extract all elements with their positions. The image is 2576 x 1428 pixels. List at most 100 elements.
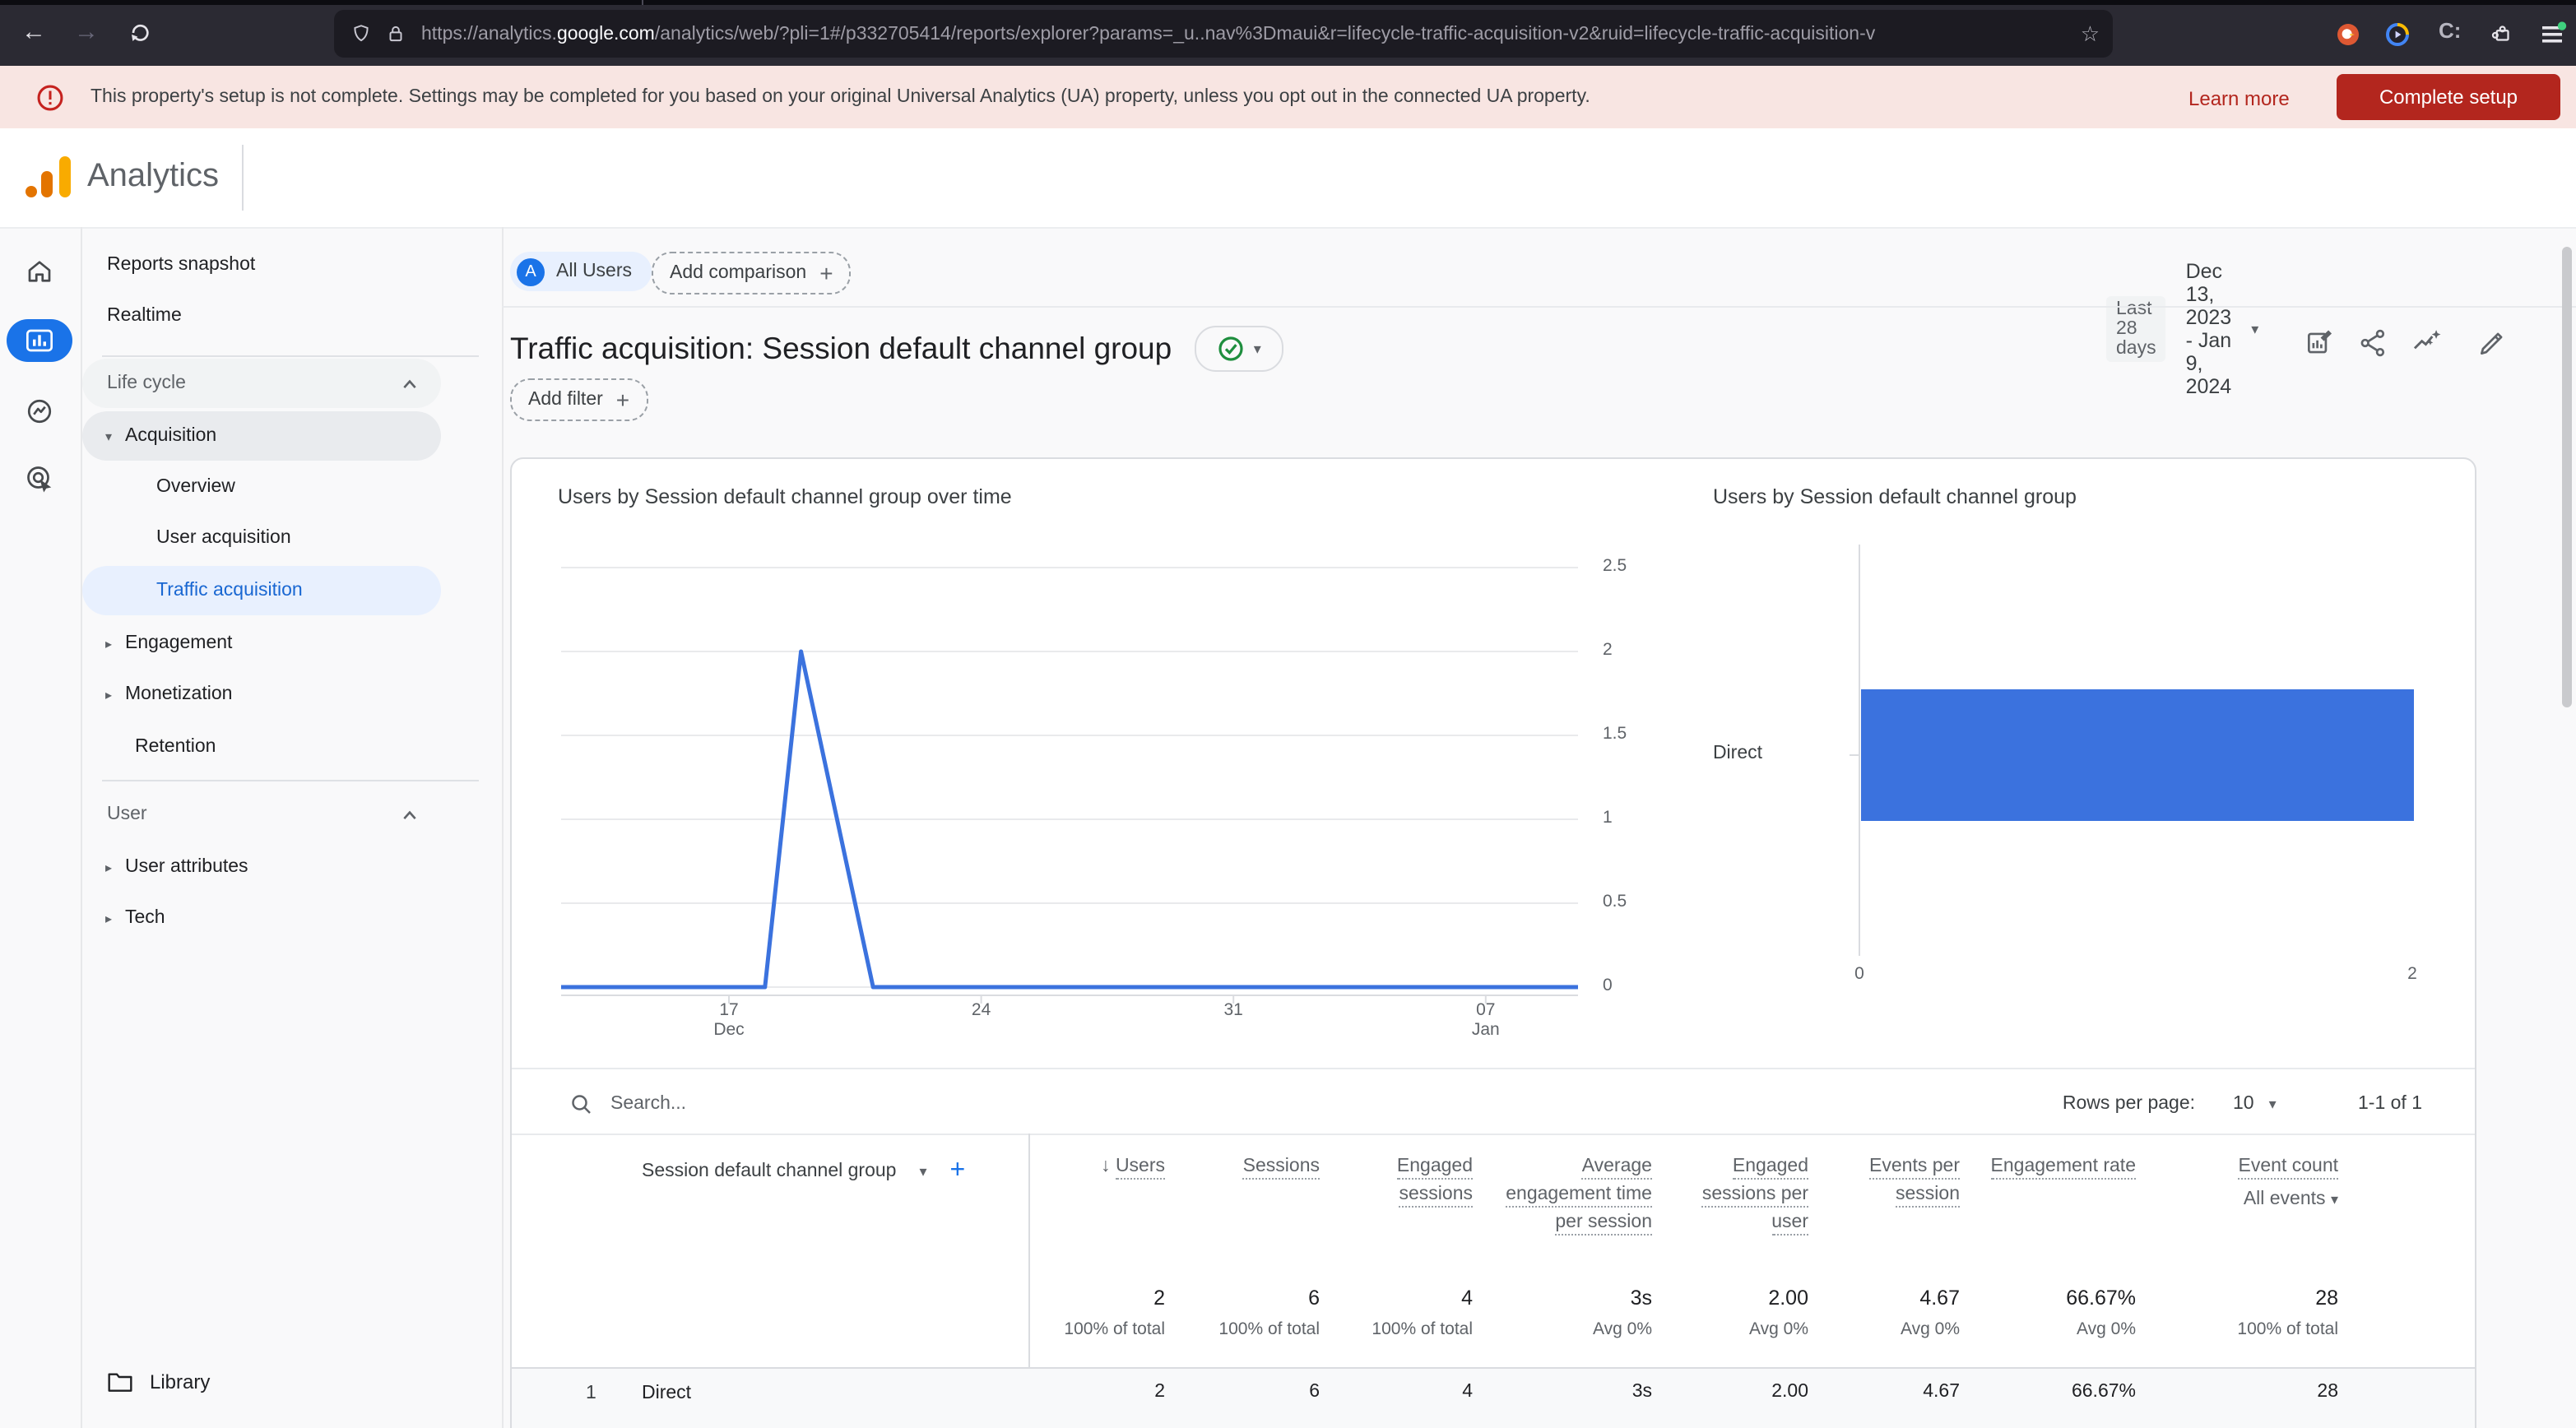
x-tick: 24 [949, 1000, 1014, 1020]
chart-labels: 00.511.522.517Dec243107Jan02Direct [512, 459, 2475, 1068]
column-header[interactable]: Events per session [1854, 1153, 1960, 1209]
column-header[interactable]: Event countAll events ▾ [2187, 1153, 2338, 1214]
add-dimension-button[interactable]: + [950, 1157, 966, 1186]
totals-value: 4 [1292, 1287, 1473, 1310]
x-tick: 31 [1200, 1000, 1266, 1020]
bar-category-label: Direct [1598, 744, 1762, 763]
column-header[interactable]: Engaged sessions per user [1690, 1153, 1808, 1237]
header-divider [242, 145, 244, 211]
row-value: 3s [1471, 1382, 1652, 1402]
sidebar-item-tech[interactable]: ▸Tech [92, 893, 165, 943]
column-header[interactable]: ↓ Users [1017, 1153, 1165, 1181]
triangle-right-icon: ▸ [92, 860, 125, 874]
edit-report-button[interactable] [2476, 327, 2508, 359]
totals-value: 4.67 [1779, 1287, 1960, 1310]
x-tick-sub: Jan [1453, 1020, 1519, 1040]
sidebar-item-user-attributes[interactable]: ▸User attributes [92, 842, 248, 892]
lock-icon[interactable] [385, 23, 406, 44]
bar-x-tick: 0 [1826, 964, 1892, 984]
browser-tab-strip [0, 0, 2576, 5]
home-icon [25, 257, 54, 286]
bookmark-star-icon[interactable]: ☆ [2081, 21, 2100, 47]
add-filter-button[interactable]: Add filter + [510, 378, 647, 421]
comparison-chip-all-users[interactable]: A All Users [510, 252, 652, 291]
insights-icon [2411, 327, 2444, 359]
totals-subtext: Avg 0% [1779, 1319, 1960, 1339]
column-header[interactable]: Average engagement time per session [1501, 1153, 1652, 1237]
tab-divider [642, 0, 643, 5]
report-card: Users by Session default channel group o… [510, 457, 2476, 1428]
column-header[interactable]: Engagement rate [1980, 1153, 2136, 1181]
column-header[interactable]: Engaged sessions [1358, 1153, 1473, 1209]
refresh-button[interactable] [127, 20, 153, 46]
url-bar[interactable]: https://analytics.google.com/analytics/w… [334, 10, 2113, 58]
sidebar-item-engagement[interactable]: ▸Engagement [92, 619, 232, 668]
add-comparison-button[interactable]: Add comparison + [652, 252, 852, 294]
share-button[interactable] [2358, 327, 2389, 359]
colorzilla-extension-icon[interactable]: C: [2439, 18, 2461, 43]
menu-hamburger-icon[interactable] [2541, 21, 2567, 46]
y-tick: 1 [1603, 808, 1613, 828]
sidebar-item-realtime[interactable]: Realtime [107, 291, 182, 341]
rail-advertising-button[interactable] [25, 464, 54, 494]
chevron-down-icon: ▾ [1254, 340, 1261, 358]
report-builder-icon [2304, 327, 2335, 359]
learn-more-link[interactable]: Learn more [2188, 87, 2290, 110]
sidebar-item-overview[interactable]: Overview [156, 462, 235, 512]
extensions-puzzle-icon[interactable] [2490, 21, 2514, 46]
back-button[interactable]: ← [21, 18, 46, 46]
sidebar-item-acquisition[interactable]: ▾ Acquisition [82, 411, 441, 461]
table-search-placeholder[interactable]: Search... [610, 1094, 686, 1114]
forward-button[interactable]: → [74, 18, 99, 46]
browser-toolbar: ← → https://analytics.google.com/analyti… [0, 0, 2576, 66]
y-tick: 1.5 [1603, 724, 1627, 744]
product-name: Analytics [87, 158, 219, 196]
advertising-icon [25, 464, 54, 494]
triangle-right-icon: ▸ [92, 911, 125, 925]
rail-reports-button-active[interactable] [7, 319, 72, 362]
insights-button[interactable] [2411, 327, 2444, 359]
column-header[interactable]: Sessions [1172, 1153, 1320, 1181]
complete-setup-button[interactable]: Complete setup [2337, 74, 2560, 120]
sidebar-item-reports-snapshot[interactable]: Reports snapshot [107, 240, 255, 290]
rail-explore-button[interactable] [25, 396, 54, 426]
comparison-avatar: A [517, 257, 545, 285]
sidebar-item-monetization[interactable]: ▸Monetization [92, 670, 232, 719]
divider [512, 1134, 2475, 1135]
setup-warning-banner: This property's setup is not complete. S… [0, 66, 2576, 128]
totals-subtext: 100% of total [2157, 1319, 2338, 1339]
totals-value: 2 [984, 1287, 1165, 1310]
data-quality-badge[interactable]: ▾ [1195, 326, 1283, 372]
scrollbar[interactable] [2562, 247, 2572, 707]
report-title-row: Traffic acquisition: Session default cha… [510, 326, 1283, 372]
chevron-down-icon: ▾ [2251, 320, 2258, 338]
row-value: 66.67% [1955, 1382, 2136, 1402]
extension-icon[interactable] [2386, 22, 2409, 45]
analytics-header: Analytics All accounts›Test HCL GA My lo… [0, 128, 2576, 227]
pencil-icon [2476, 327, 2508, 359]
sidebar-item-library[interactable]: Library [107, 1370, 210, 1393]
search-icon [569, 1092, 594, 1117]
plus-icon: + [819, 260, 833, 286]
sidebar-section-user[interactable]: User [82, 790, 441, 839]
table-row[interactable]: 1 Direct 2643s2.004.6766.67%28 [512, 1369, 2475, 1428]
sidebar-section-life-cycle[interactable]: Life cycle [82, 359, 441, 408]
pagination-status: 1-1 of 1 [2241, 1094, 2422, 1114]
customize-report-button[interactable] [2304, 327, 2335, 359]
y-tick: 2.5 [1603, 556, 1627, 576]
row-channel: Direct [642, 1384, 691, 1403]
rail-home-button[interactable] [25, 257, 54, 286]
duckduckgo-extension-icon[interactable] [2337, 22, 2360, 45]
sidebar-item-user-acquisition[interactable]: User acquisition [156, 513, 291, 563]
date-range-value: Dec 13, 2023 - Jan 9, 2024 [2186, 260, 2232, 398]
row-value: 4 [1292, 1382, 1473, 1402]
dimension-header[interactable]: Session default channel group ▾ + [642, 1157, 965, 1186]
shield-icon[interactable] [350, 23, 372, 44]
analytics-logo[interactable] [23, 156, 72, 199]
divider [502, 306, 2576, 308]
sidebar-item-retention[interactable]: Retention [135, 722, 216, 772]
folder-icon [107, 1370, 133, 1393]
sidebar-item-traffic-acquisition-selected[interactable]: Traffic acquisition [82, 566, 441, 615]
event-count-filter[interactable]: All events ▾ [2187, 1186, 2338, 1214]
table-search[interactable] [569, 1092, 594, 1117]
